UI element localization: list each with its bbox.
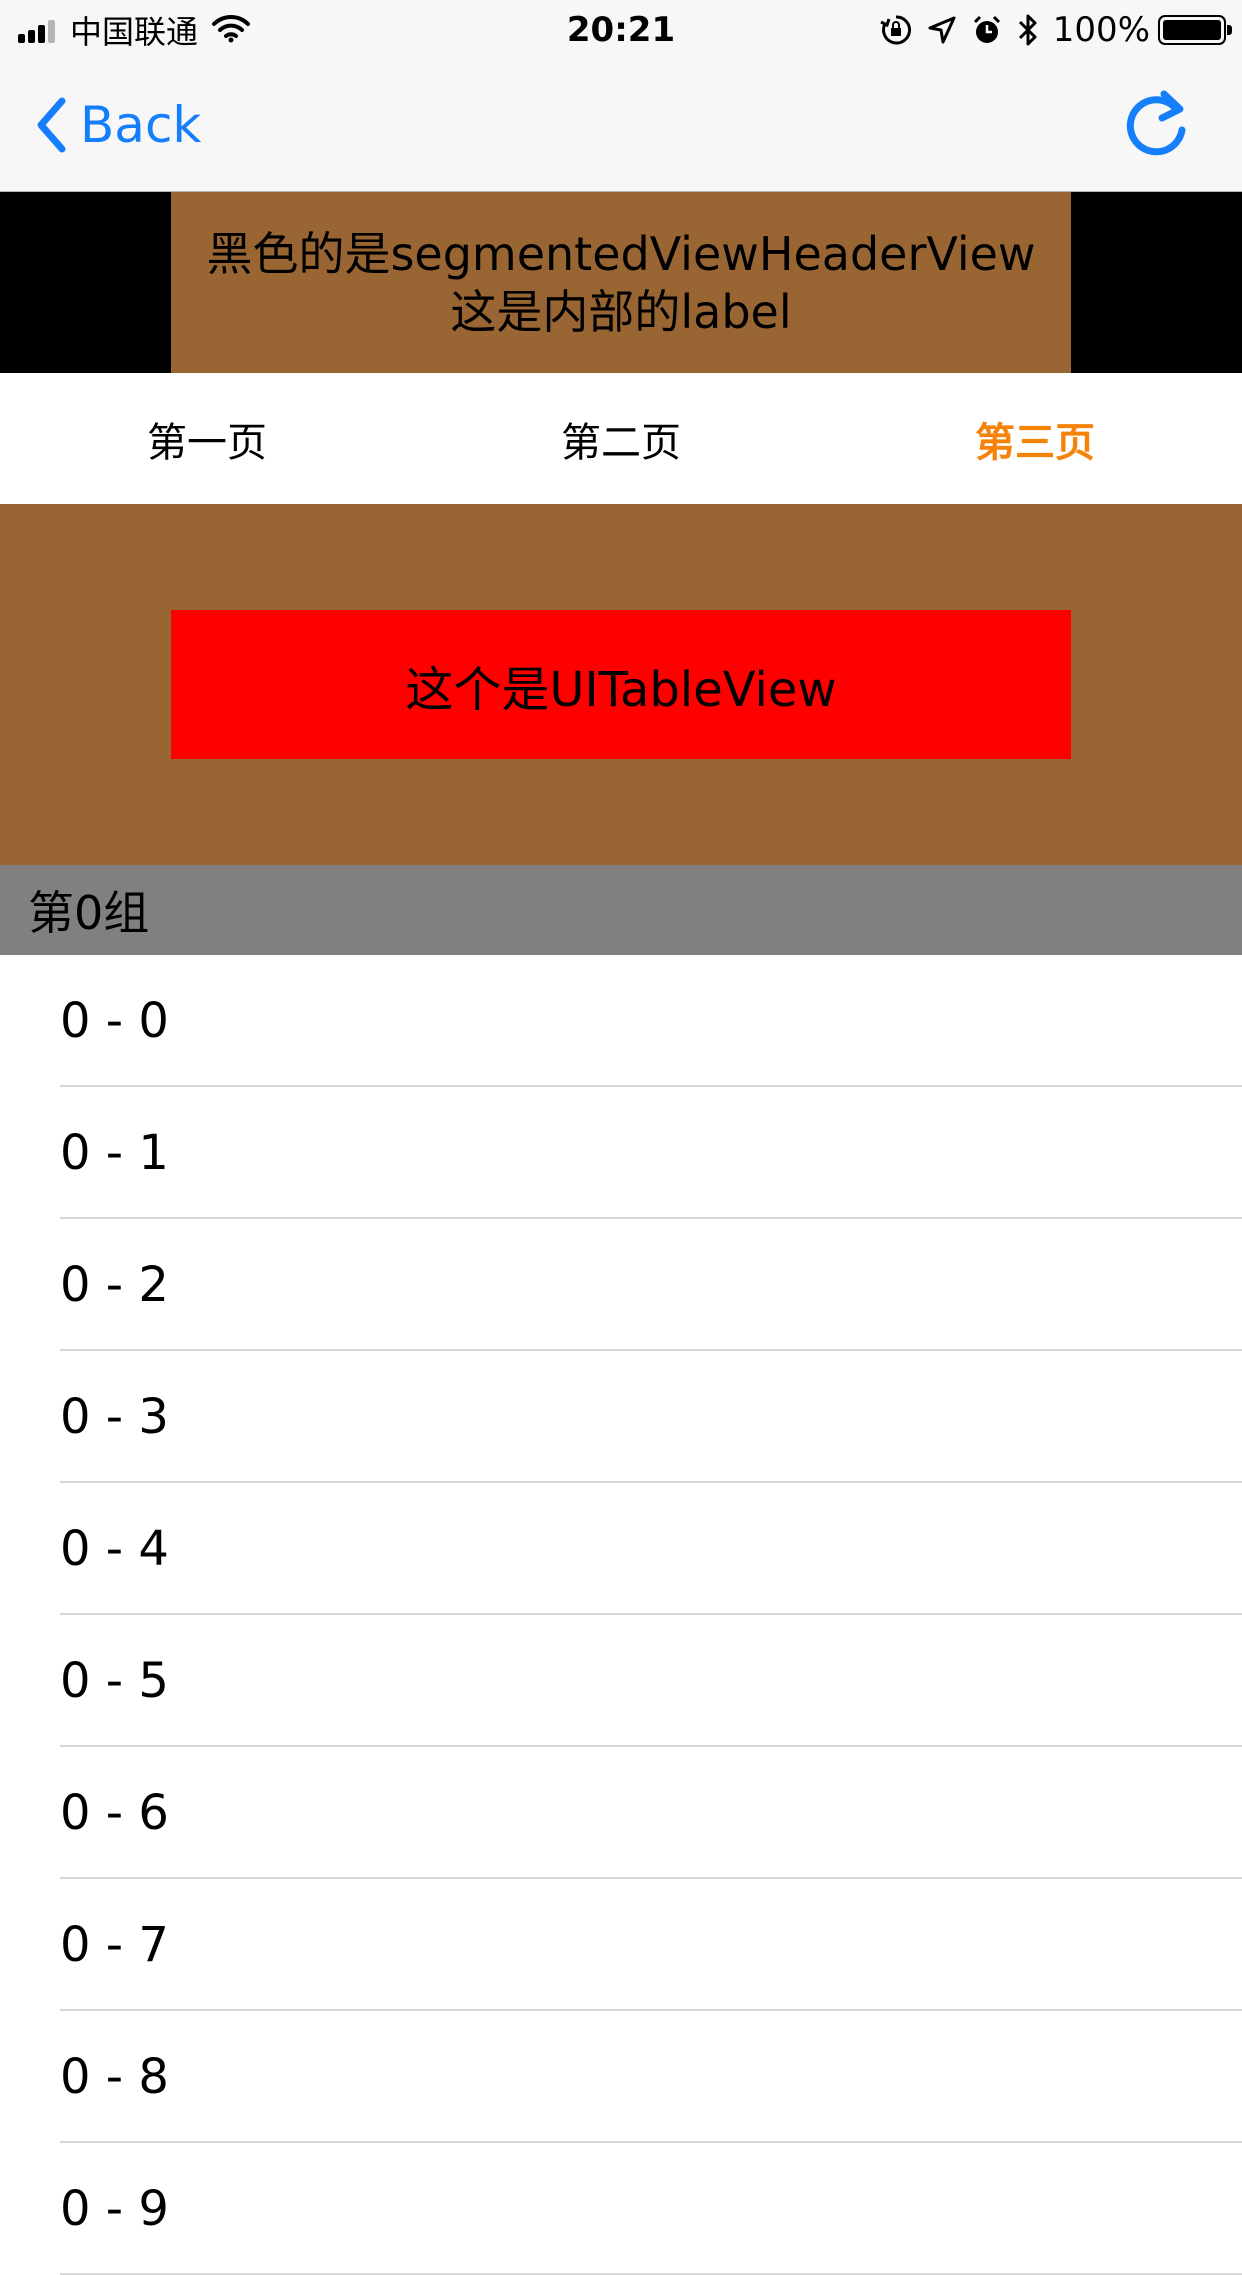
refresh-button[interactable] [1120, 88, 1194, 162]
refresh-icon [1126, 90, 1186, 156]
table-row[interactable]: 0 - 7 [0, 1879, 1242, 2011]
navigation-bar: Back [0, 60, 1242, 192]
row-label: 0 - 6 [60, 1785, 169, 1841]
table-row[interactable]: 0 - 6 [0, 1747, 1242, 1879]
header-label-line-2: 这是内部的label [450, 284, 792, 339]
status-right: 100% [865, 10, 1232, 50]
table-row[interactable]: 0 - 3 [0, 1351, 1242, 1483]
location-icon [927, 15, 957, 45]
battery-percentage: 100% [1052, 10, 1150, 50]
row-label: 0 - 4 [60, 1521, 169, 1577]
row-label: 0 - 9 [60, 2181, 169, 2237]
table-header-view: 这个是UITableView [0, 504, 1242, 865]
row-label: 0 - 0 [60, 993, 169, 1049]
tab-page-2[interactable]: 第二页 [414, 373, 828, 504]
back-button[interactable]: Back [36, 90, 201, 160]
table-row[interactable]: 0 - 9 [0, 2143, 1242, 2275]
table-row[interactable]: 0 - 0 [0, 955, 1242, 1087]
alarm-icon [971, 14, 1003, 46]
table-row[interactable]: 0 - 4 [0, 1483, 1242, 1615]
battery-icon [1158, 15, 1232, 45]
row-label: 0 - 1 [60, 1125, 169, 1181]
segmented-header-view: 黑色的是segmentedViewHeaderView 这是内部的label [0, 192, 1242, 373]
table-row[interactable]: 0 - 2 [0, 1219, 1242, 1351]
table-row[interactable]: 0 - 1 [0, 1087, 1242, 1219]
row-label: 0 - 3 [60, 1389, 169, 1445]
section-header: 第0组 [0, 865, 1242, 955]
row-label: 0 - 5 [60, 1653, 169, 1709]
back-label: Back [80, 96, 202, 154]
tab-page-3[interactable]: 第三页 [828, 373, 1242, 504]
table-rows: 0 - 0 0 - 1 0 - 2 0 - 3 0 - 4 0 - 5 0 - … [0, 955, 1242, 2275]
segment-tab-bar: 第一页 第二页 第三页 [0, 373, 1242, 504]
chevron-left-icon [37, 97, 66, 153]
row-label: 0 - 2 [60, 1257, 169, 1313]
row-label: 0 - 8 [60, 2049, 169, 2105]
header-inner-label: 黑色的是segmentedViewHeaderView 这是内部的label [171, 192, 1071, 373]
header-label-line-1: 黑色的是segmentedViewHeaderView [206, 226, 1036, 281]
table-row[interactable]: 0 - 8 [0, 2011, 1242, 2143]
row-label: 0 - 7 [60, 1917, 169, 1973]
table-row[interactable]: 0 - 5 [0, 1615, 1242, 1747]
tab-page-1[interactable]: 第一页 [0, 373, 414, 504]
table-header-label: 这个是UITableView [171, 610, 1071, 759]
orientation-lock-icon [879, 13, 913, 47]
bluetooth-icon [1017, 13, 1039, 47]
status-bar: 中国联通 20:21 100% [0, 0, 1242, 60]
